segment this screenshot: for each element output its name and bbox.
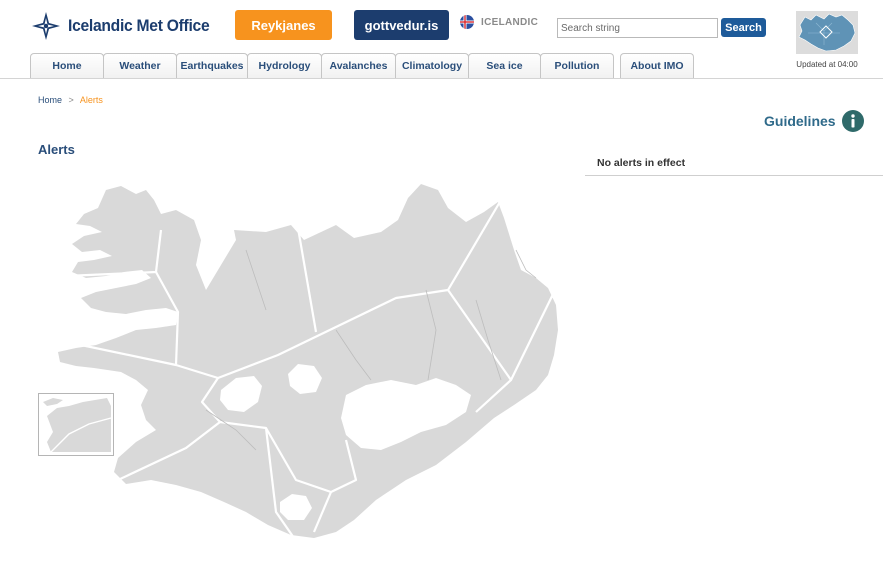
breadcrumb-current: Alerts — [79, 95, 103, 105]
alerts-panel: No alerts in effect — [585, 152, 883, 176]
iceland-flag-icon — [460, 15, 474, 29]
site-logo[interactable]: Icelandic Met Office — [30, 10, 222, 42]
page-title: Alerts — [38, 142, 75, 157]
tab-hydrology[interactable]: Hydrology — [247, 53, 322, 78]
imo-logo-icon — [32, 12, 60, 40]
breadcrumb-separator: > — [68, 95, 74, 105]
search-input[interactable] — [557, 18, 718, 38]
tab-earthquakes[interactable]: Earthquakes — [176, 53, 248, 78]
tab-about-imo[interactable]: About IMO — [620, 53, 694, 78]
guidelines-link[interactable]: Guidelines — [764, 110, 864, 132]
tab-avalanches[interactable]: Avalanches — [321, 53, 396, 78]
site-header: Icelandic Met Office Reykjanes gottvedur… — [0, 0, 883, 80]
breadcrumb-home[interactable]: Home — [38, 95, 62, 105]
reykjanes-button[interactable]: Reykjanes — [235, 10, 332, 40]
iceland-mini-map-icon — [796, 11, 858, 54]
guidelines-label: Guidelines — [764, 113, 836, 129]
info-icon — [841, 110, 864, 132]
tab-climatology[interactable]: Climatology — [395, 53, 469, 78]
tab-sea-ice[interactable]: Sea ice — [468, 53, 541, 78]
nav-divider — [0, 78, 883, 79]
tab-pollution[interactable]: Pollution — [540, 53, 614, 78]
iceland-mini-map[interactable] — [796, 11, 858, 54]
language-switch[interactable]: ICELANDIC — [460, 15, 538, 29]
breadcrumb: Home > Alerts — [38, 95, 103, 105]
inset-map-icon — [39, 394, 113, 455]
westman-islands-inset[interactable] — [38, 393, 114, 456]
search-button[interactable]: Search — [721, 18, 766, 37]
tab-home[interactable]: Home — [30, 53, 104, 78]
iceland-alert-map[interactable] — [36, 180, 560, 542]
logo-text: Icelandic Met Office — [68, 16, 210, 35]
tab-weather[interactable]: Weather — [103, 53, 177, 78]
language-label: ICELANDIC — [481, 16, 539, 28]
updated-time: Updated at 04:00 — [796, 60, 858, 69]
gottvedur-button[interactable]: gottvedur.is — [354, 10, 449, 40]
alerts-status: No alerts in effect — [597, 157, 686, 169]
